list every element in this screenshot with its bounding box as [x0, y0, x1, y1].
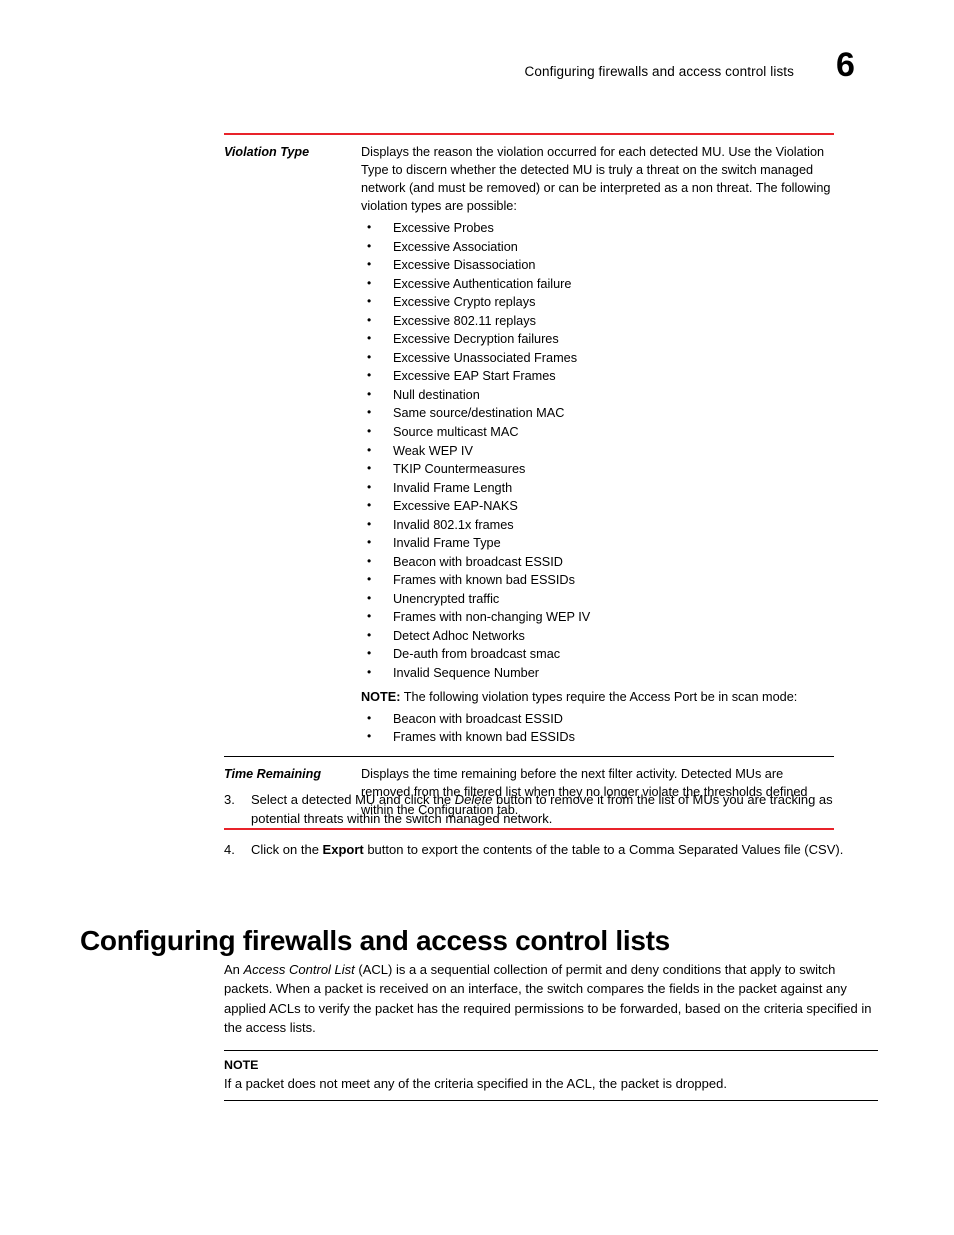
violation-type-item: Source multicast MAC — [361, 422, 834, 441]
section-intro-paragraph: An Access Control List (ACL) is a a sequ… — [224, 960, 878, 1037]
description-paragraph: Displays the reason the violation occurr… — [361, 145, 831, 214]
step-text-after: button to export the contents of the tab… — [363, 841, 844, 857]
note-block-content: NOTE If a packet does not meet any of th… — [224, 1051, 878, 1100]
note-text: If a packet does not meet any of the cri… — [224, 1075, 727, 1091]
violation-type-item: Excessive 802.11 replays — [361, 311, 834, 330]
step-text-before: Select a detected MU and click the — [251, 792, 455, 807]
violation-type-item: Detect Adhoc Networks — [361, 626, 834, 645]
note-bottom-rule — [224, 1099, 878, 1101]
inline-note-label: NOTE: — [361, 689, 401, 704]
violation-type-item: Frames with non-changing WEP IV — [361, 607, 834, 626]
violation-type-item: Excessive Probes — [361, 218, 834, 237]
inline-note: NOTE: The following violation types requ… — [361, 688, 834, 706]
violation-type-item: Excessive Association — [361, 237, 834, 256]
violation-type-item: Invalid Sequence Number — [361, 663, 834, 682]
violation-type-item: Invalid Frame Length — [361, 478, 834, 497]
violation-type-item: Weak WEP IV — [361, 440, 834, 460]
table-row: Violation Type Displays the reason the v… — [224, 135, 834, 756]
step-item: 4. Click on the Export button to export … — [224, 841, 874, 860]
scan-mode-violation-list: Beacon with broadcast ESSIDFrames with k… — [361, 709, 834, 747]
document-page: Configuring firewalls and access control… — [0, 0, 954, 1235]
step-emphasis: Delete — [454, 792, 493, 807]
step-number: 4. — [224, 841, 235, 857]
intro-text-before: An — [224, 962, 244, 977]
violation-type-item: Excessive EAP Start Frames — [361, 366, 834, 385]
term-violation-type: Violation Type — [224, 145, 310, 159]
scan-mode-violation-item: Beacon with broadcast ESSID — [361, 709, 834, 728]
step-emphasis: Export — [322, 841, 364, 857]
inline-note-text: The following violation types require th… — [403, 689, 798, 704]
term-time-remaining: Time Remaining — [224, 767, 322, 781]
violation-type-item: Excessive EAP-NAKS — [361, 496, 834, 515]
step-text: Select a detected MU and click the Delet… — [251, 791, 874, 829]
step-text: Click on the Export button to export the… — [251, 841, 874, 860]
scan-mode-violation-item: Frames with known bad ESSIDs — [361, 727, 834, 746]
page-header: Configuring firewalls and access control… — [0, 48, 954, 100]
violation-type-item: Invalid 802.1x frames — [361, 515, 834, 534]
violation-type-item: Excessive Disassociation — [361, 255, 834, 274]
violation-type-item: Null destination — [361, 385, 834, 404]
note-block: NOTE If a packet does not meet any of th… — [224, 1050, 878, 1101]
description-violation-type: Displays the reason the violation occurr… — [361, 143, 834, 747]
violation-type-item: Excessive Crypto replays — [361, 292, 834, 311]
section-heading: Configuring firewalls and access control… — [80, 924, 670, 956]
definition-table: Violation Type Displays the reason the v… — [224, 133, 834, 831]
note-title: NOTE — [224, 1058, 259, 1072]
violation-type-item: Beacon with broadcast ESSID — [361, 552, 834, 571]
violation-type-item: Excessive Authentication failure — [361, 274, 834, 293]
step-item: 3. Select a detected MU and click the De… — [224, 791, 874, 829]
violation-type-list: Excessive ProbesExcessive AssociationExc… — [361, 218, 834, 682]
violation-type-item: De-auth from broadcast smac — [361, 644, 834, 663]
violation-type-item: Frames with known bad ESSIDs — [361, 570, 834, 589]
numbered-steps: 3. Select a detected MU and click the De… — [224, 791, 874, 872]
header-title: Configuring firewalls and access control… — [524, 64, 794, 79]
violation-type-item: Unencrypted traffic — [361, 589, 834, 608]
intro-emphasis: Access Control List — [243, 962, 355, 977]
step-number: 3. — [224, 792, 235, 807]
violation-type-item: Excessive Decryption failures — [361, 329, 834, 348]
violation-type-item: TKIP Countermeasures — [361, 459, 834, 478]
step-text-before: Click on the — [251, 841, 323, 857]
page-number: 6 — [836, 46, 855, 84]
violation-type-item: Excessive Unassociated Frames — [361, 348, 834, 367]
violation-type-item: Invalid Frame Type — [361, 533, 834, 552]
violation-type-item: Same source/destination MAC — [361, 403, 834, 422]
